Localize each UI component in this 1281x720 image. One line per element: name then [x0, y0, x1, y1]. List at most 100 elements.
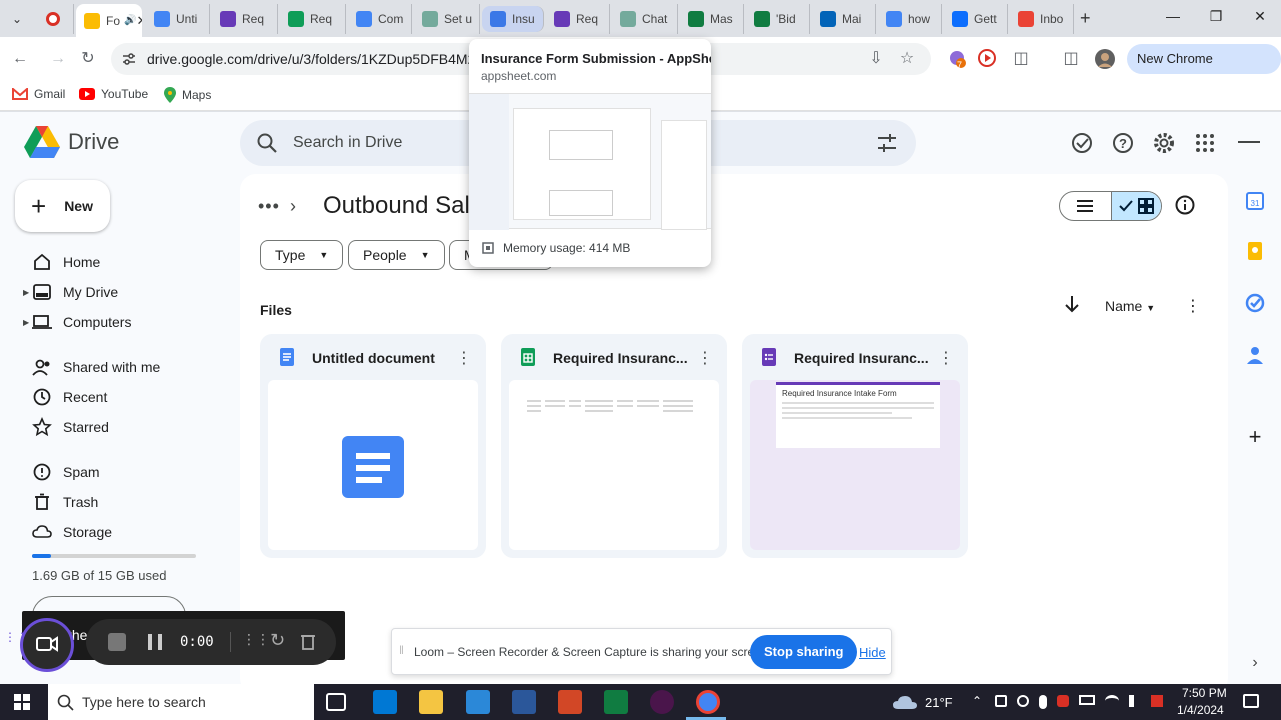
- sort-by-name-button[interactable]: Name ▼: [1105, 298, 1155, 314]
- update-chrome-button[interactable]: New Chrome available: [1127, 44, 1281, 96]
- browser-tab[interactable]: Mai: [812, 4, 876, 34]
- app-tray-icon[interactable]: [1151, 695, 1163, 707]
- weather-temperature[interactable]: 21°F: [925, 695, 953, 710]
- browser-tab[interactable]: Req: [280, 4, 346, 34]
- browser-tab[interactable]: Chat: [612, 4, 678, 34]
- reload-button[interactable]: ↻: [77, 48, 99, 70]
- wifi-icon[interactable]: [1105, 695, 1119, 707]
- profile-avatar[interactable]: [1094, 48, 1116, 70]
- side-panel-icon[interactable]: ◫: [1060, 48, 1082, 70]
- bookmark-youtube[interactable]: YouTube: [79, 87, 148, 101]
- info-icon[interactable]: [1174, 194, 1196, 216]
- delete-recording-icon[interactable]: [300, 632, 316, 650]
- stop-sharing-button[interactable]: Stop sharing: [750, 635, 858, 669]
- tasks-icon[interactable]: [1244, 292, 1266, 314]
- back-button[interactable]: ←: [9, 48, 31, 70]
- security-shield-icon[interactable]: [1057, 695, 1069, 707]
- browser-tab[interactable]: Set u: [414, 4, 480, 34]
- breadcrumb-overflow-icon[interactable]: •••: [258, 196, 280, 217]
- dropbox-icon[interactable]: [373, 690, 397, 714]
- more-options-icon[interactable]: ⋮: [1185, 296, 1201, 316]
- weather-cloud-icon[interactable]: [892, 693, 918, 711]
- battery-icon[interactable]: [1079, 695, 1095, 705]
- help-icon[interactable]: ?: [1111, 131, 1135, 155]
- install-app-icon[interactable]: ⇩: [865, 48, 887, 70]
- browser-tab[interactable]: Com: [348, 4, 412, 34]
- filter-type-chip[interactable]: Type ▼: [260, 240, 344, 270]
- browser-tab[interactable]: Unti: [146, 4, 210, 34]
- file-card[interactable]: Required Insuranc... ⋮ Required Insuranc…: [742, 334, 968, 558]
- browser-tab[interactable]: Gett: [944, 4, 1008, 34]
- extensions-puzzle-icon[interactable]: ◫: [1010, 48, 1032, 70]
- new-tab-button[interactable]: +: [1080, 8, 1100, 29]
- view-toggle[interactable]: [1059, 191, 1162, 221]
- file-card[interactable]: Required Insuranc... ⋮: [501, 334, 727, 558]
- browser-tab[interactable]: Insu: [482, 6, 544, 32]
- calendar-icon[interactable]: 31: [1244, 190, 1266, 212]
- bookmark-star-icon[interactable]: ☆: [896, 48, 918, 70]
- maximize-button[interactable]: ❐: [1206, 8, 1226, 25]
- share-bar-drag-handle[interactable]: ‖: [399, 643, 404, 657]
- task-view-icon[interactable]: [326, 693, 346, 711]
- file-explorer-icon[interactable]: [419, 690, 443, 714]
- taskbar-search-box[interactable]: Type here to search: [48, 684, 314, 720]
- powerpoint-icon[interactable]: [558, 690, 582, 714]
- microphone-icon[interactable]: [1039, 695, 1047, 709]
- windows-start-icon[interactable]: [14, 694, 30, 710]
- filter-people-chip[interactable]: People ▼: [348, 240, 445, 270]
- excel-icon[interactable]: [604, 690, 628, 714]
- list-view-button[interactable]: [1060, 192, 1111, 220]
- tab-audio-icon[interactable]: 🔊: [124, 15, 136, 26]
- close-tab-icon[interactable]: ✕: [136, 13, 142, 29]
- chrome-icon[interactable]: [696, 690, 720, 714]
- file-card[interactable]: Untitled document ⋮: [260, 334, 486, 558]
- site-info-icon[interactable]: [121, 51, 137, 67]
- hide-notification-link[interactable]: Hide: [859, 645, 886, 660]
- file-more-options-icon[interactable]: ⋮: [456, 348, 472, 368]
- drive-logo[interactable]: Drive: [24, 126, 119, 158]
- minimize-button[interactable]: —: [1163, 8, 1183, 24]
- offline-ready-icon[interactable]: [1070, 131, 1094, 155]
- browser-tab[interactable]: Req: [212, 4, 278, 34]
- tab-search-chevron-icon[interactable]: ⌄: [6, 8, 28, 30]
- sort-direction-arrow-icon[interactable]: [1064, 295, 1080, 313]
- loom-camera-button[interactable]: [20, 618, 74, 672]
- drawing-tools-icon[interactable]: ⋮⋮: [242, 631, 270, 648]
- new-button[interactable]: + New: [15, 180, 110, 232]
- browser-tab[interactable]: Inbo: [1010, 4, 1074, 34]
- meet-now-icon[interactable]: [995, 695, 1007, 707]
- expand-caret-icon[interactable]: ▶: [23, 318, 29, 327]
- apps-grid-icon[interactable]: [1193, 131, 1217, 155]
- clock-date[interactable]: 1/4/2024: [1177, 703, 1224, 717]
- file-more-options-icon[interactable]: ⋮: [938, 348, 954, 368]
- browser-tab[interactable]: [38, 4, 74, 34]
- stop-recording-button[interactable]: [108, 633, 126, 651]
- close-window-button[interactable]: ✕: [1250, 8, 1270, 25]
- forward-button[interactable]: →: [47, 48, 69, 70]
- folder-title[interactable]: Outbound Sale: [323, 192, 483, 220]
- bookmark-maps[interactable]: Maps: [164, 87, 211, 103]
- file-more-options-icon[interactable]: ⋮: [697, 348, 713, 368]
- notifications-icon[interactable]: [1243, 694, 1259, 708]
- search-icon[interactable]: [256, 132, 278, 154]
- volume-icon[interactable]: [1129, 695, 1141, 707]
- browser-tab[interactable]: 'Bid: [746, 4, 810, 34]
- expand-panel-icon[interactable]: ›: [1244, 654, 1266, 676]
- browser-tab[interactable]: Fo 🔊 ✕: [76, 4, 142, 37]
- keep-icon[interactable]: [1244, 240, 1266, 262]
- clock-time[interactable]: 7:50 PM: [1182, 686, 1227, 700]
- calculator-icon[interactable]: [466, 690, 490, 714]
- grid-view-button[interactable]: [1110, 192, 1161, 220]
- loom-extension-icon[interactable]: [976, 48, 998, 70]
- account-avatar[interactable]: [1238, 134, 1260, 150]
- pause-icon[interactable]: [148, 634, 162, 650]
- browser-tab[interactable]: Req: [546, 4, 610, 34]
- restart-icon[interactable]: ↻: [270, 630, 285, 651]
- word-icon[interactable]: [512, 690, 536, 714]
- settings-gear-icon[interactable]: [1152, 131, 1176, 155]
- bookmark-gmail[interactable]: Gmail: [12, 87, 65, 101]
- browser-tab[interactable]: how: [878, 4, 942, 34]
- expand-caret-icon[interactable]: ▶: [23, 288, 29, 297]
- network-drive-icon[interactable]: [1017, 695, 1029, 707]
- slack-icon[interactable]: [650, 690, 674, 714]
